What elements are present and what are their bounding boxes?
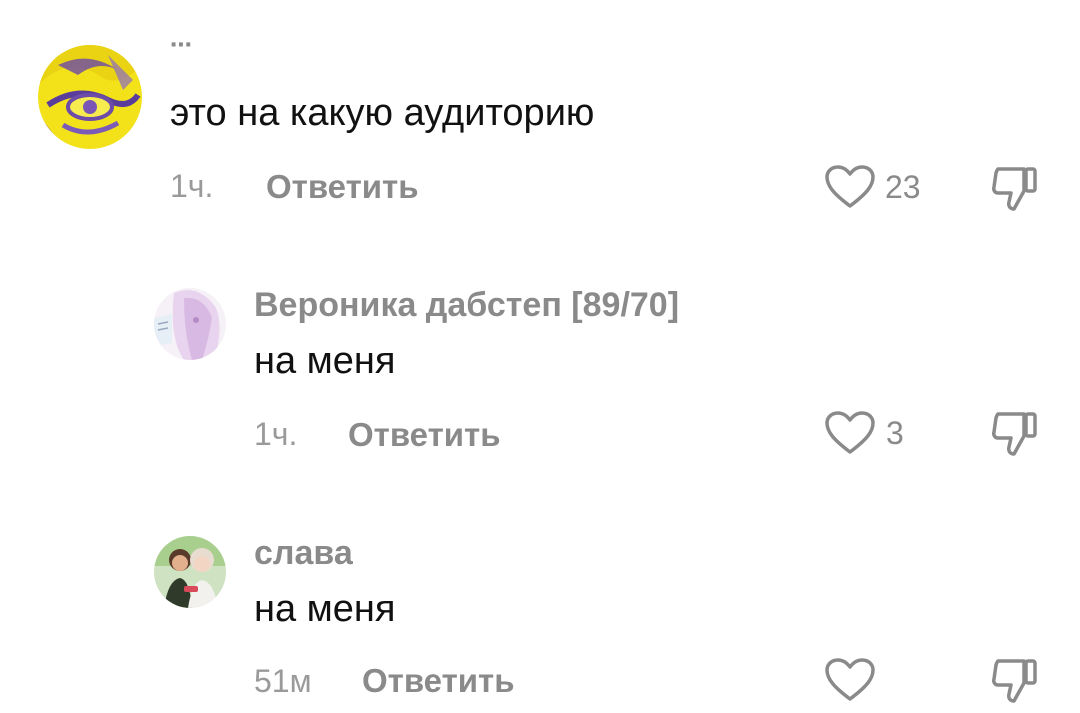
like-button[interactable] — [824, 410, 876, 456]
avatar[interactable] — [38, 45, 142, 149]
dislike-button[interactable] — [990, 163, 1042, 213]
like-button[interactable] — [824, 164, 876, 210]
thumbs-down-icon — [992, 167, 1037, 211]
like-button[interactable] — [824, 657, 876, 703]
comment-time: 51м — [254, 663, 312, 699]
comment-time: 1ч. — [170, 168, 214, 204]
reply-button[interactable]: Ответить — [348, 416, 501, 454]
comment-text: это на какую аудиторию — [170, 92, 595, 134]
avatar[interactable] — [154, 288, 226, 360]
heart-icon — [825, 411, 875, 454]
reply-button[interactable]: Ответить — [362, 662, 515, 700]
comments-section: ⋯ это на какую аудиторию 1ч. Ответить 23 — [0, 0, 1080, 713]
comment-text: на меня — [254, 588, 396, 630]
username[interactable]: Вероника дабстеп [89/70] — [254, 286, 679, 325]
reply-button[interactable]: Ответить — [266, 168, 419, 206]
username[interactable]: ⋯ — [170, 34, 200, 56]
heart-icon — [825, 165, 875, 208]
like-count: 23 — [885, 169, 921, 205]
avatar[interactable] — [154, 536, 226, 608]
thumbs-down-icon — [992, 412, 1037, 456]
thumbs-down-icon — [992, 659, 1037, 703]
two-characters-avatar-icon — [154, 536, 226, 608]
comment-text: на меня — [254, 340, 396, 382]
dislike-button[interactable] — [990, 655, 1042, 705]
like-count: 3 — [886, 415, 904, 451]
heart-icon — [825, 658, 875, 701]
username[interactable]: слава — [254, 534, 353, 573]
comment-time: 1ч. — [254, 416, 298, 452]
pink-anime-avatar-icon — [154, 288, 226, 360]
dislike-button[interactable] — [990, 408, 1042, 458]
yellow-anime-avatar-icon — [38, 45, 142, 149]
